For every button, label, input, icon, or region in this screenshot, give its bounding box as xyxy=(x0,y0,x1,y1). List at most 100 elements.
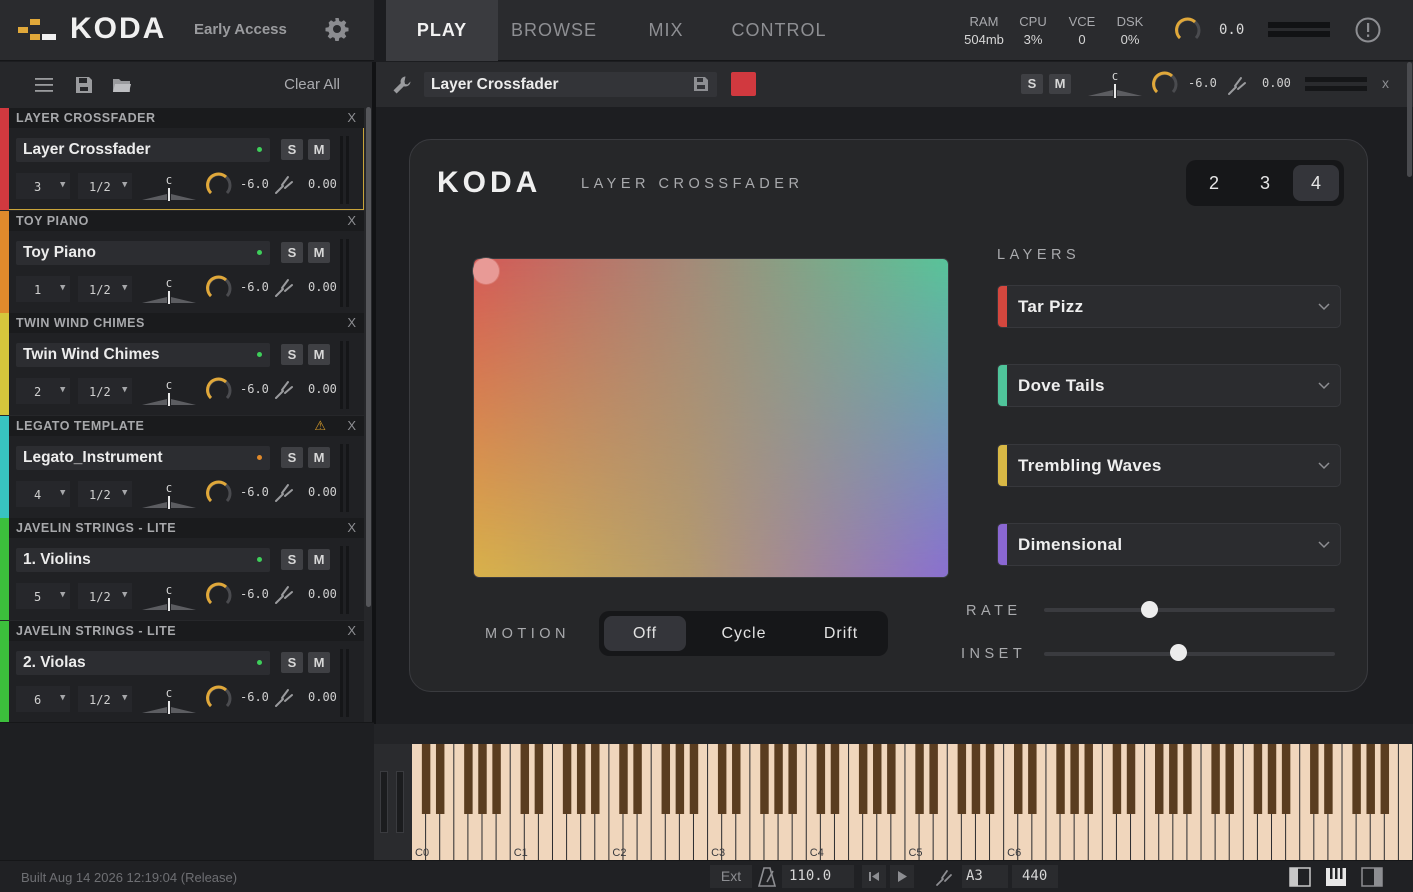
pan-slider[interactable]: C xyxy=(140,685,198,715)
instrument-name-field[interactable]: Layer Crossfader xyxy=(16,138,270,162)
instrument-slot[interactable]: TWIN WIND CHIMES X Twin Wind Chimes S M … xyxy=(0,313,364,415)
mod-wheel[interactable] xyxy=(396,771,404,833)
black-key[interactable] xyxy=(464,744,473,814)
black-key[interactable] xyxy=(1112,744,1122,814)
layer-count-4[interactable]: 4 xyxy=(1293,165,1339,201)
menu-icon[interactable] xyxy=(34,76,54,94)
remove-instrument-button[interactable]: X xyxy=(347,110,356,125)
black-key[interactable] xyxy=(1352,744,1361,814)
folder-icon[interactable] xyxy=(112,76,132,94)
midi-channel-select[interactable]: 4 ▼ xyxy=(16,481,70,507)
tuning-frequency-value[interactable]: 440 xyxy=(1012,865,1058,888)
solo-button[interactable]: S xyxy=(1021,74,1043,94)
midi-channel-select[interactable]: 2 ▼ xyxy=(16,378,70,404)
layer-count-3[interactable]: 3 xyxy=(1242,165,1288,201)
remove-instrument-button[interactable]: X xyxy=(347,418,356,433)
motion-off-button[interactable]: Off xyxy=(604,616,686,651)
midi-channel-select[interactable]: 6 ▼ xyxy=(16,686,70,712)
tuning-fork-icon[interactable] xyxy=(934,867,954,887)
black-key[interactable] xyxy=(957,744,967,814)
black-key[interactable] xyxy=(1281,744,1291,814)
mute-button[interactable]: M xyxy=(308,549,330,570)
black-key[interactable] xyxy=(576,744,586,814)
volume-knob[interactable] xyxy=(1151,70,1179,98)
gear-icon[interactable] xyxy=(325,17,349,41)
instrument-name-field[interactable]: 1. Violins xyxy=(16,548,270,572)
black-key[interactable] xyxy=(1267,744,1277,814)
solo-button[interactable]: S xyxy=(281,652,303,673)
layer-select-4[interactable]: Dimensional xyxy=(997,523,1341,566)
black-key[interactable] xyxy=(816,744,826,814)
xy-pad-handle[interactable] xyxy=(473,258,499,284)
black-key[interactable] xyxy=(1366,744,1375,814)
layer-select-3[interactable]: Trembling Waves xyxy=(997,444,1341,487)
black-key[interactable] xyxy=(534,744,544,814)
tuning-fork-icon[interactable] xyxy=(273,276,295,298)
motion-cycle-button[interactable]: Cycle xyxy=(700,616,788,651)
remove-instrument-button[interactable]: X xyxy=(347,623,356,638)
white-key[interactable] xyxy=(1398,744,1412,860)
tuning-note-value[interactable]: A3 xyxy=(962,865,1008,888)
mute-button[interactable]: M xyxy=(308,242,330,263)
black-key[interactable] xyxy=(1183,744,1192,814)
black-key[interactable] xyxy=(760,744,769,814)
sync-ext-button[interactable]: Ext xyxy=(710,865,752,888)
tuning-fork-icon[interactable] xyxy=(273,686,295,708)
remove-instrument-button[interactable]: X xyxy=(347,315,356,330)
instrument-name-field[interactable]: 2. Violas xyxy=(16,651,270,675)
black-key[interactable] xyxy=(1126,744,1136,814)
black-key[interactable] xyxy=(675,744,685,814)
instrument-slot[interactable]: JAVELIN STRINGS - LITE X 2. Violas S M 6… xyxy=(0,621,364,723)
pan-slider[interactable]: C xyxy=(140,377,198,407)
black-key[interactable] xyxy=(435,744,445,814)
clear-all-button[interactable]: Clear All xyxy=(284,76,340,93)
division-select[interactable]: 1/2 ▼ xyxy=(78,686,132,712)
pan-slider[interactable]: C xyxy=(140,582,198,612)
black-key[interactable] xyxy=(1253,744,1263,814)
save-icon[interactable] xyxy=(74,76,94,94)
mute-button[interactable]: M xyxy=(308,139,330,160)
main-scrollbar[interactable] xyxy=(1407,62,1412,177)
tuning-fork-icon[interactable] xyxy=(273,378,295,400)
pitch-bend-wheel[interactable] xyxy=(380,771,388,833)
motion-drift-button[interactable]: Drift xyxy=(799,616,883,651)
volume-knob[interactable] xyxy=(205,479,233,507)
rewind-button[interactable] xyxy=(862,865,886,888)
black-key[interactable] xyxy=(1225,744,1234,814)
instrument-slot[interactable]: LAYER CROSSFADER X Layer Crossfader S M … xyxy=(0,108,364,210)
instrument-name-field[interactable]: Toy Piano xyxy=(16,241,270,265)
instrument-color-swatch[interactable] xyxy=(731,72,756,96)
rate-slider-track[interactable] xyxy=(1044,608,1335,612)
remove-instrument-button[interactable]: X xyxy=(347,520,356,535)
mute-button[interactable]: M xyxy=(308,652,330,673)
black-key[interactable] xyxy=(887,744,896,814)
mute-button[interactable]: M xyxy=(308,447,330,468)
solo-button[interactable]: S xyxy=(281,549,303,570)
tempo-value[interactable]: 110.0 xyxy=(782,865,854,888)
black-key[interactable] xyxy=(591,744,600,814)
pan-slider[interactable]: C xyxy=(140,480,198,510)
inset-slider-thumb[interactable] xyxy=(1169,644,1187,661)
rate-slider-thumb[interactable] xyxy=(1140,601,1158,618)
black-key[interactable] xyxy=(562,744,572,814)
black-key[interactable] xyxy=(774,744,783,814)
black-key[interactable] xyxy=(689,744,699,814)
volume-knob[interactable] xyxy=(205,376,233,404)
black-key[interactable] xyxy=(520,744,530,814)
division-select[interactable]: 1/2 ▼ xyxy=(78,583,132,609)
black-key[interactable] xyxy=(717,744,727,814)
metronome-icon[interactable] xyxy=(758,867,776,887)
volume-knob[interactable] xyxy=(205,274,233,302)
instrument-slot[interactable]: TOY PIANO X Toy Piano S M 1 ▼ 1/2 ▼ C -6… xyxy=(0,211,364,313)
black-key[interactable] xyxy=(1070,744,1079,814)
tab-play[interactable]: PLAY xyxy=(386,0,498,61)
division-select[interactable]: 1/2 ▼ xyxy=(78,378,132,404)
black-key[interactable] xyxy=(732,744,741,814)
pan-slider[interactable]: C xyxy=(1086,70,1144,100)
black-key[interactable] xyxy=(1380,744,1390,814)
layer-count-2[interactable]: 2 xyxy=(1191,165,1237,201)
tab-browse[interactable]: BROWSE xyxy=(498,0,610,61)
close-instrument-button[interactable]: x xyxy=(1382,75,1389,91)
tab-control[interactable]: CONTROL xyxy=(722,0,836,61)
division-select[interactable]: 1/2 ▼ xyxy=(78,276,132,302)
